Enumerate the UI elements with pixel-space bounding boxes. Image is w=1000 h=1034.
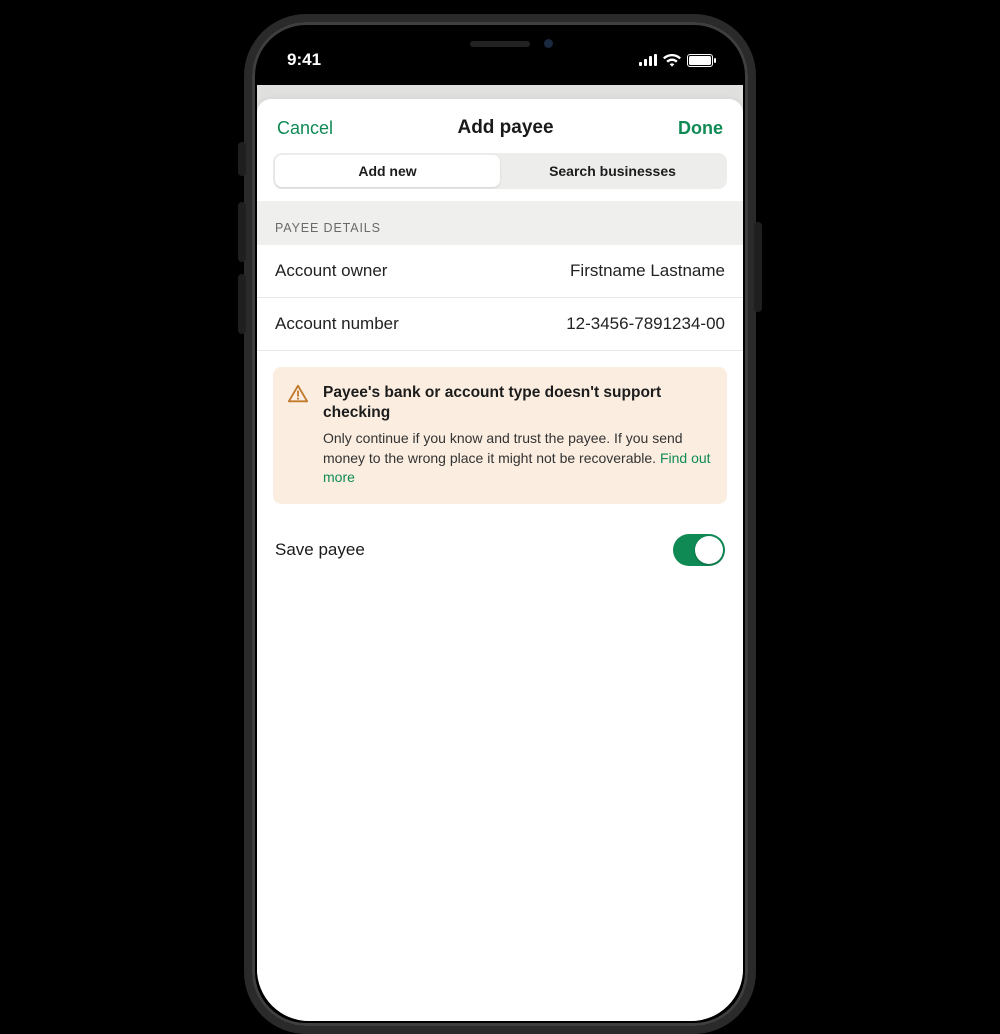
battery-icon — [687, 54, 713, 67]
phone-screen: 9:41 Cancel Add payee Done Add new Searc… — [257, 27, 743, 1021]
notch — [395, 27, 605, 61]
save-payee-toggle[interactable] — [673, 534, 725, 566]
section-header-payee-details: PAYEE DETAILS — [257, 201, 743, 245]
tab-add-new[interactable]: Add new — [275, 155, 500, 187]
segmented-control: Add new Search businesses — [273, 153, 727, 189]
warning-title: Payee's bank or account type doesn't sup… — [323, 383, 711, 423]
status-time: 9:41 — [287, 50, 321, 70]
phone-frame: 9:41 Cancel Add payee Done Add new Searc… — [244, 14, 756, 1034]
modal-sheet: Cancel Add payee Done Add new Search bus… — [257, 99, 743, 1021]
tab-search-businesses[interactable]: Search businesses — [500, 155, 725, 187]
page-title: Add payee — [457, 117, 553, 139]
save-payee-label: Save payee — [275, 540, 365, 560]
row-save-payee: Save payee — [257, 520, 743, 574]
volume-down-button — [238, 274, 246, 334]
row-account-number[interactable]: Account number 12-3456-7891234-00 — [257, 298, 743, 351]
speaker-grille — [470, 41, 530, 47]
account-number-label: Account number — [275, 314, 399, 334]
volume-up-button — [238, 202, 246, 262]
cell-signal-icon — [639, 54, 657, 66]
toggle-knob — [695, 536, 723, 564]
mute-switch — [238, 142, 246, 176]
app-background: Cancel Add payee Done Add new Search bus… — [257, 85, 743, 1021]
wifi-icon — [663, 54, 681, 67]
account-owner-value: Firstname Lastname — [570, 261, 725, 281]
front-camera — [544, 39, 553, 48]
power-button — [754, 222, 762, 312]
cancel-button[interactable]: Cancel — [277, 118, 333, 139]
account-number-value: 12-3456-7891234-00 — [566, 314, 725, 334]
account-owner-label: Account owner — [275, 261, 387, 281]
warning-body: Only continue if you know and trust the … — [323, 430, 683, 466]
nav-bar: Cancel Add payee Done — [257, 99, 743, 153]
warning-banner: Payee's bank or account type doesn't sup… — [273, 367, 727, 504]
done-button[interactable]: Done — [678, 118, 723, 139]
row-account-owner[interactable]: Account owner Firstname Lastname — [257, 245, 743, 298]
warning-triangle-icon — [287, 383, 309, 405]
